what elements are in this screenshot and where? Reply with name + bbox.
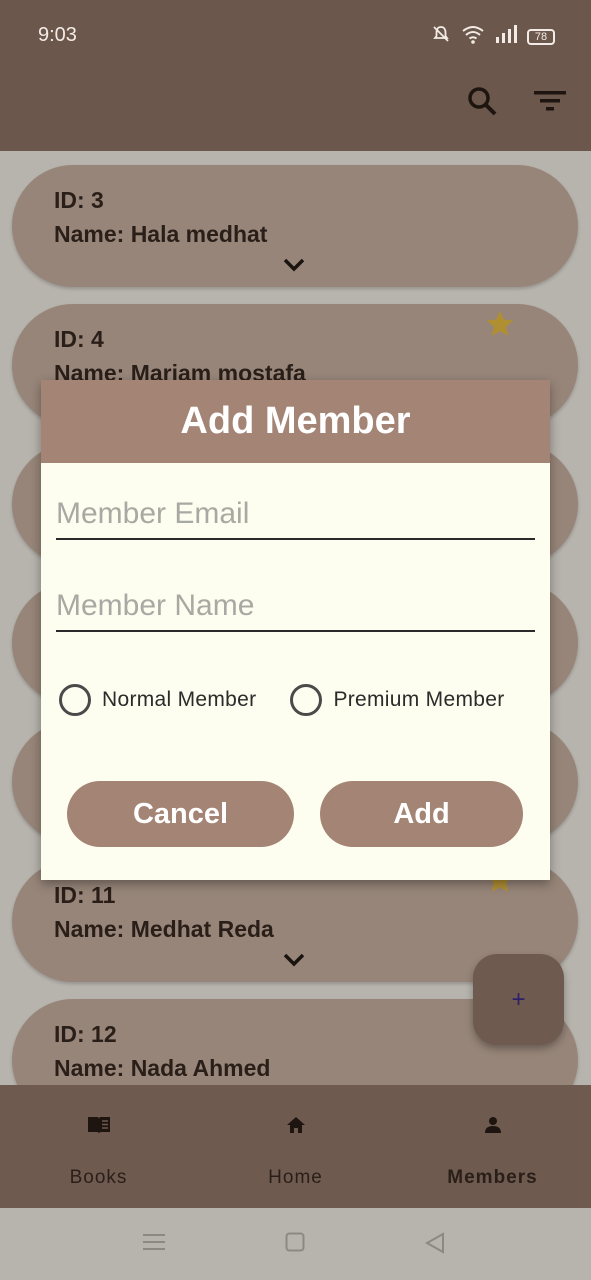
nav-item-books[interactable]: Books xyxy=(0,1085,197,1208)
radio-premium-member[interactable]: Premium Member xyxy=(290,684,504,716)
member-id: ID: 12 xyxy=(54,1021,117,1047)
nav-label: Members xyxy=(447,1167,538,1188)
home-square-icon[interactable] xyxy=(285,1232,305,1257)
member-email-input[interactable] xyxy=(56,480,535,538)
radio-label: Premium Member xyxy=(333,688,505,711)
plus-icon: + xyxy=(511,985,526,1013)
nav-item-members[interactable]: Members xyxy=(394,1085,591,1208)
cancel-button[interactable]: Cancel xyxy=(67,781,294,847)
app-bar: 9:03 78 xyxy=(0,0,591,151)
mute-icon xyxy=(431,24,451,49)
person-icon xyxy=(483,1115,503,1137)
status-time: 9:03 xyxy=(38,24,77,46)
menu-icon[interactable] xyxy=(143,1232,165,1257)
member-name-input[interactable] xyxy=(56,572,535,630)
home-icon xyxy=(286,1115,306,1137)
nav-item-home[interactable]: Home xyxy=(197,1085,394,1208)
chevron-down-icon[interactable] xyxy=(282,257,306,278)
book-icon xyxy=(87,1115,111,1137)
wifi-icon xyxy=(461,24,485,49)
bottom-navigation: Books Home Members xyxy=(0,1085,591,1208)
system-navigation-bar xyxy=(0,1208,591,1280)
radio-button[interactable] xyxy=(59,684,91,716)
radio-normal-member[interactable]: Normal Member xyxy=(59,684,256,716)
dialog-title: Add Member xyxy=(180,400,411,442)
radio-label: Normal Member xyxy=(102,688,257,711)
membership-type-group: Normal Member Premium Member xyxy=(59,684,539,716)
signal-icon xyxy=(495,25,517,48)
battery-icon: 78 xyxy=(527,28,555,45)
chevron-down-icon[interactable] xyxy=(282,952,306,973)
filter-icon[interactable] xyxy=(533,84,567,118)
member-name: Name: Hala medhat xyxy=(54,221,268,247)
add-member-dialog: Add Member Normal Member Premium Member … xyxy=(41,380,550,880)
member-id: ID: 4 xyxy=(54,326,104,352)
star-icon xyxy=(484,308,516,345)
member-card[interactable]: ID: 3 Name: Hala medhat xyxy=(12,165,578,287)
member-name: Name: Medhat Reda xyxy=(54,916,274,942)
back-icon[interactable] xyxy=(424,1232,445,1259)
dialog-header: Add Member xyxy=(41,380,550,463)
member-id: ID: 3 xyxy=(54,187,104,213)
add-member-fab[interactable]: + xyxy=(473,954,564,1045)
status-icons: 78 xyxy=(431,24,555,49)
add-button[interactable]: Add xyxy=(320,781,523,847)
member-name: Name: Nada Ahmed xyxy=(54,1055,271,1081)
nav-label: Home xyxy=(268,1167,323,1188)
email-field[interactable] xyxy=(56,480,535,540)
nav-label: Books xyxy=(69,1167,128,1188)
search-icon[interactable] xyxy=(465,84,499,118)
name-field[interactable] xyxy=(56,572,535,632)
member-id: ID: 11 xyxy=(54,882,116,908)
radio-button[interactable] xyxy=(290,684,323,716)
